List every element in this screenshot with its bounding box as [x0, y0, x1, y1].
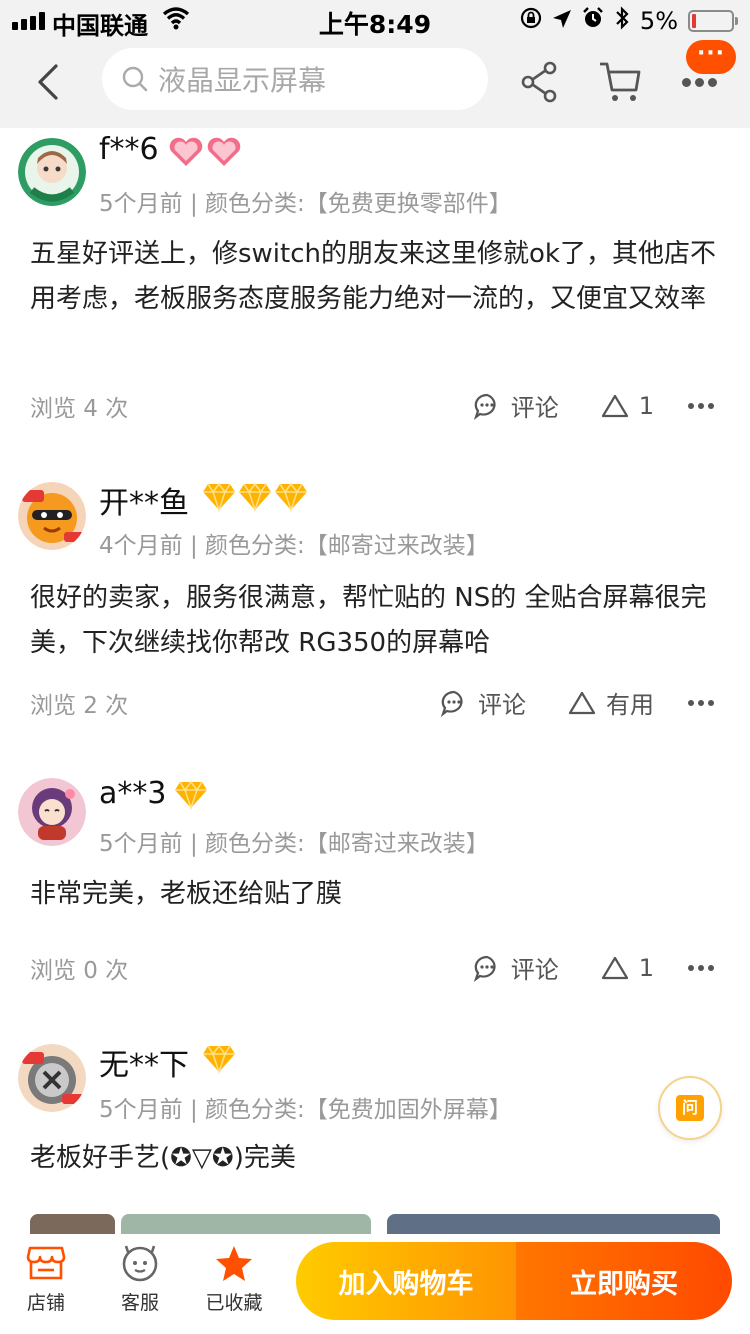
status-bar: 中国联通 上午8:49 5% — [0, 0, 750, 40]
review-meta: 4个月前 | 颜色分类:【邮寄过来改装】 — [99, 533, 489, 559]
shop-icon — [26, 1246, 66, 1280]
diamond-badge-icon — [203, 1044, 235, 1074]
ask-question-button[interactable]: 问 — [658, 1076, 722, 1140]
message-badge[interactable]: ··· — [686, 40, 736, 74]
star-icon — [216, 1246, 252, 1281]
alarm-icon — [582, 7, 604, 35]
location-icon — [552, 7, 572, 35]
like-button[interactable]: 有用 — [568, 685, 654, 720]
username: 无**下 — [99, 1048, 189, 1083]
review-item: 无**下 5个月前 | 颜色分类:【免费加固外屏幕】 老板好手艺(✪▽✪)完美 — [0, 1034, 750, 1234]
more-options-icon[interactable] — [688, 402, 714, 409]
diamond-badge-icon — [239, 482, 271, 512]
search-icon — [122, 66, 148, 92]
more-options-icon[interactable] — [688, 699, 714, 706]
customer-service-button[interactable]: 客服 — [104, 1244, 176, 1315]
review-item: f**6 5个月前 | 颜色分类:【免费更换零部件】 五星好评送上，修switc… — [0, 128, 750, 424]
thumbs-up-icon — [568, 691, 596, 714]
favorite-label: 已收藏 — [205, 1292, 263, 1314]
favorite-button[interactable]: 已收藏 — [198, 1244, 270, 1315]
more-icon[interactable] — [682, 78, 718, 88]
ask-icon: 问 — [676, 1095, 704, 1121]
comment-button[interactable]: 评论 — [440, 685, 526, 720]
customer-service-icon — [122, 1245, 158, 1282]
thumbs-up-icon — [601, 394, 628, 417]
avatar — [18, 482, 86, 550]
review-meta: 5个月前 | 颜色分类:【免费更换零部件】 — [99, 191, 512, 217]
username: f**6 — [99, 132, 159, 167]
user-level-badges — [202, 1044, 236, 1074]
comment-label: 评论 — [510, 956, 559, 984]
review-photos[interactable] — [30, 1214, 720, 1234]
like-count: 1 — [638, 391, 654, 420]
review-text: 很好的卖家，服务很满意，帮忙贴的 NS的 全贴合屏幕很完美，下次继续找你帮改 R… — [30, 583, 707, 658]
user-level-badges — [168, 136, 242, 168]
like-button[interactable]: 1 — [601, 392, 654, 420]
user-level-badges — [174, 780, 208, 810]
like-count: 1 — [638, 953, 654, 982]
diamond-badge-icon — [203, 482, 235, 512]
avatar — [18, 138, 86, 206]
bottom-action-bar: 店铺 客服 已收藏 加入购物车 立即购买 — [0, 1234, 750, 1334]
view-count: 浏览 2 次 — [30, 693, 129, 719]
back-icon — [38, 64, 58, 100]
shop-label: 店铺 — [26, 1292, 65, 1314]
battery-icon — [688, 10, 738, 32]
comment-button[interactable]: 评论 — [473, 950, 559, 985]
buy-now-button[interactable]: 立即购买 — [516, 1242, 732, 1320]
username: 开**鱼 — [99, 486, 189, 521]
thumbs-up-icon — [601, 956, 628, 979]
battery-percent: 5% — [639, 7, 678, 35]
view-count: 浏览 0 次 — [30, 958, 129, 984]
comment-label: 评论 — [510, 394, 559, 422]
add-to-cart-button[interactable]: 加入购物车 — [296, 1242, 516, 1320]
bluetooth-icon — [614, 6, 630, 36]
review-text: 五星好评送上，修switch的朋友来这里修就ok了，其他店不用考虑，老板服务态度… — [30, 239, 716, 314]
cart-button[interactable] — [598, 60, 642, 104]
search-input[interactable]: 液晶显示屏幕 — [102, 48, 488, 110]
customer-service-label: 客服 — [120, 1292, 159, 1314]
nav-bar: 液晶显示屏幕 ··· — [0, 40, 750, 128]
review-item: 开**鱼 4个月前 | 颜色分类:【邮寄过来改装】 很好的卖家，服务很满意，帮忙… — [0, 470, 750, 720]
share-button[interactable] — [520, 60, 560, 104]
review-text: 老板好手艺(✪▽✪)完美 — [30, 1143, 296, 1173]
username: a**3 — [99, 776, 167, 811]
lock-rotation-icon — [520, 7, 542, 35]
review-meta: 5个月前 | 颜色分类:【免费加固外屏幕】 — [99, 1097, 512, 1123]
view-count: 浏览 4 次 — [30, 396, 129, 422]
review-text: 非常完美，老板还给贴了膜 — [30, 879, 343, 909]
more-options-icon[interactable] — [688, 964, 714, 971]
diamond-badge-icon — [175, 780, 207, 810]
share-icon — [521, 61, 557, 103]
user-level-badges — [202, 482, 308, 512]
like-label: 有用 — [606, 691, 654, 719]
comment-icon — [473, 393, 496, 420]
avatar — [18, 1044, 86, 1112]
review-meta: 5个月前 | 颜色分类:【邮寄过来改装】 — [99, 831, 489, 857]
review-item: a**3 5个月前 | 颜色分类:【邮寄过来改装】 非常完美，老板还给贴了膜 浏… — [0, 768, 750, 988]
comment-button[interactable]: 评论 — [473, 388, 559, 423]
comment-label: 评论 — [478, 691, 526, 719]
back-button[interactable] — [30, 60, 70, 104]
diamond-badge-icon — [275, 482, 307, 512]
shop-button[interactable]: 店铺 — [10, 1244, 82, 1315]
heart-badge-icon — [207, 137, 241, 166]
avatar — [18, 778, 86, 846]
comment-icon — [473, 955, 496, 982]
cart-icon — [600, 62, 641, 101]
like-button[interactable]: 1 — [601, 954, 654, 982]
heart-badge-icon — [169, 137, 203, 166]
comment-icon — [440, 690, 463, 717]
search-placeholder: 液晶显示屏幕 — [158, 64, 327, 97]
